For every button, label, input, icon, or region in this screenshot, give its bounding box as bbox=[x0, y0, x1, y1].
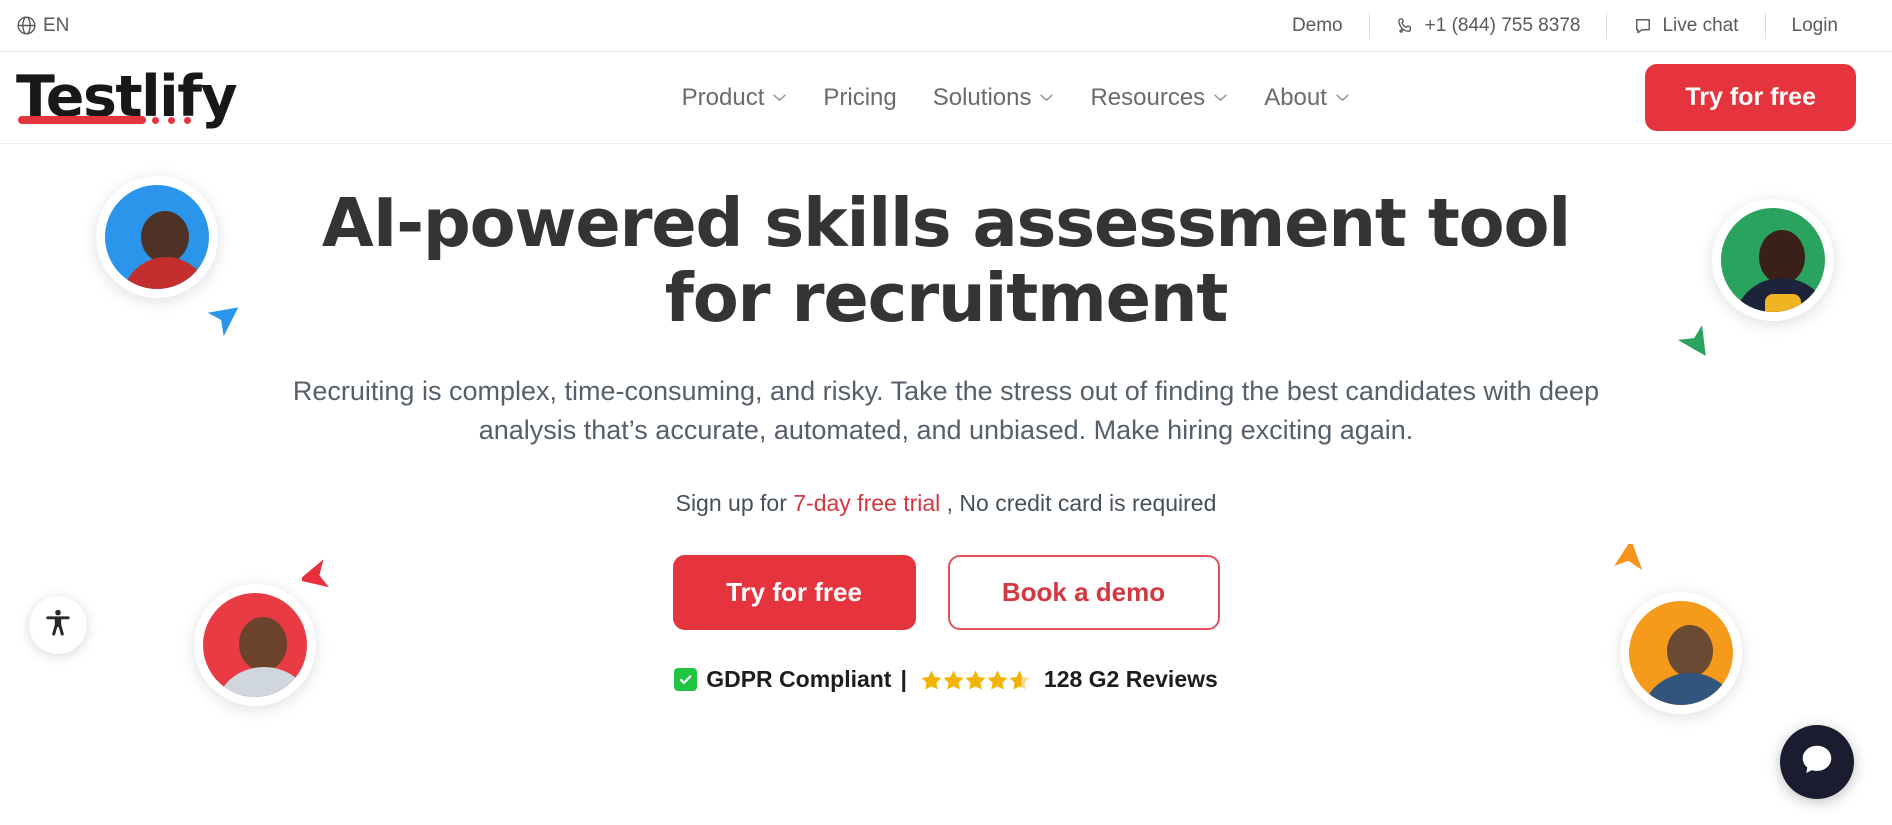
top-link-login[interactable]: Login bbox=[1766, 15, 1865, 37]
accessibility-widget-button[interactable] bbox=[29, 596, 87, 654]
trial-suffix: , No credit card is required bbox=[940, 490, 1217, 517]
hero-title-line1: AI-powered skills assessment tool bbox=[321, 184, 1571, 262]
logo-dots bbox=[152, 117, 191, 124]
logo-underline-bar bbox=[18, 116, 146, 124]
avatar-head bbox=[1667, 625, 1713, 677]
language-selector[interactable]: EN bbox=[16, 15, 69, 37]
nav-item-resources[interactable]: Resources bbox=[1090, 84, 1228, 112]
chevron-down-icon bbox=[1335, 93, 1350, 102]
top-utility-bar: EN Demo +1 (844) 755 8378 Live chat Logi… bbox=[0, 0, 1892, 52]
avatar-shirt bbox=[1765, 294, 1801, 312]
avatar-top-right bbox=[1712, 199, 1834, 321]
g2-reviews-label: 128 G2 Reviews bbox=[1043, 666, 1218, 693]
hero-section: AI-powered skills assessment tool for re… bbox=[0, 144, 1892, 824]
badge-separator: | bbox=[900, 666, 907, 693]
g2-star-rating bbox=[921, 670, 1030, 690]
chevron-down-icon bbox=[772, 93, 787, 102]
hero-subtitle-line1: Recruiting is complex, time-consuming, a… bbox=[292, 376, 1476, 407]
top-link-phone[interactable]: +1 (844) 755 8378 bbox=[1370, 15, 1607, 37]
avatar-head bbox=[239, 617, 287, 671]
hero-try-for-free-button[interactable]: Try for free bbox=[672, 555, 916, 631]
hero-trial-note: Sign up for 7-day free trial , No credit… bbox=[0, 490, 1892, 517]
nav-item-product[interactable]: Product bbox=[682, 84, 788, 112]
chat-launcher-button[interactable] bbox=[1780, 725, 1854, 799]
chat-icon bbox=[1633, 16, 1653, 36]
hero-book-a-demo-button[interactable]: Book a demo bbox=[947, 555, 1220, 631]
globe-icon bbox=[16, 15, 37, 36]
cursor-pointer-red bbox=[298, 557, 336, 591]
accessibility-icon bbox=[42, 607, 74, 644]
language-label: EN bbox=[43, 14, 70, 36]
nav-item-resources-label: Resources bbox=[1090, 83, 1206, 111]
nav-item-about[interactable]: About bbox=[1264, 84, 1350, 112]
top-link-phone-label: +1 (844) 755 8378 bbox=[1424, 14, 1581, 36]
chevron-down-icon bbox=[1039, 93, 1054, 102]
nav-item-solutions[interactable]: Solutions bbox=[933, 84, 1055, 112]
nav-item-about-label: About bbox=[1264, 83, 1327, 111]
check-icon bbox=[674, 668, 698, 692]
hero-title-line2: for recruitment bbox=[664, 259, 1229, 338]
avatar-body bbox=[123, 257, 209, 289]
header-try-for-free-button[interactable]: Try for free bbox=[1645, 64, 1856, 131]
avatar-head bbox=[141, 211, 189, 263]
cursor-pointer-green bbox=[1676, 322, 1710, 356]
avatar-head bbox=[1759, 230, 1805, 284]
avatar-bottom-right bbox=[1620, 592, 1742, 714]
top-links: Demo +1 (844) 755 8378 Live chat Login bbox=[1266, 0, 1864, 52]
nav-item-pricing-label: Pricing bbox=[823, 83, 897, 111]
avatar-bottom-left bbox=[194, 584, 316, 706]
top-link-login-label: Login bbox=[1791, 14, 1839, 36]
avatar-body bbox=[217, 667, 307, 697]
testlify-logo[interactable]: Testlify bbox=[16, 69, 238, 126]
cursor-pointer-orange bbox=[1613, 539, 1647, 578]
avatar-top-left bbox=[96, 176, 218, 298]
nav-item-solutions-label: Solutions bbox=[932, 83, 1032, 111]
cursor-pointer-blue bbox=[205, 304, 239, 338]
hero-title: AI-powered skills assessment tool for re… bbox=[316, 144, 1576, 336]
phone-icon bbox=[1396, 16, 1416, 36]
nav-item-pricing[interactable]: Pricing bbox=[823, 84, 896, 112]
top-link-demo-label: Demo bbox=[1291, 14, 1343, 36]
hero-subtitle: Recruiting is complex, time-consuming, a… bbox=[266, 372, 1626, 450]
gdpr-label: GDPR Compliant bbox=[706, 666, 892, 693]
chevron-down-icon bbox=[1213, 93, 1228, 102]
top-link-live-chat-label: Live chat bbox=[1662, 14, 1739, 36]
top-link-live-chat[interactable]: Live chat bbox=[1607, 15, 1764, 37]
primary-navigation: Product Pricing Solutions Resources Abou… bbox=[386, 84, 1645, 112]
main-header: Testlify Product Pricing Solutions Resou… bbox=[0, 52, 1892, 144]
trial-prefix: Sign up for bbox=[675, 490, 794, 517]
avatar-body bbox=[1643, 673, 1733, 705]
top-link-demo[interactable]: Demo bbox=[1266, 15, 1369, 37]
chat-launcher-icon bbox=[1798, 741, 1836, 784]
nav-item-product-label: Product bbox=[681, 83, 765, 111]
trial-highlight-link[interactable]: 7-day free trial bbox=[793, 490, 940, 516]
